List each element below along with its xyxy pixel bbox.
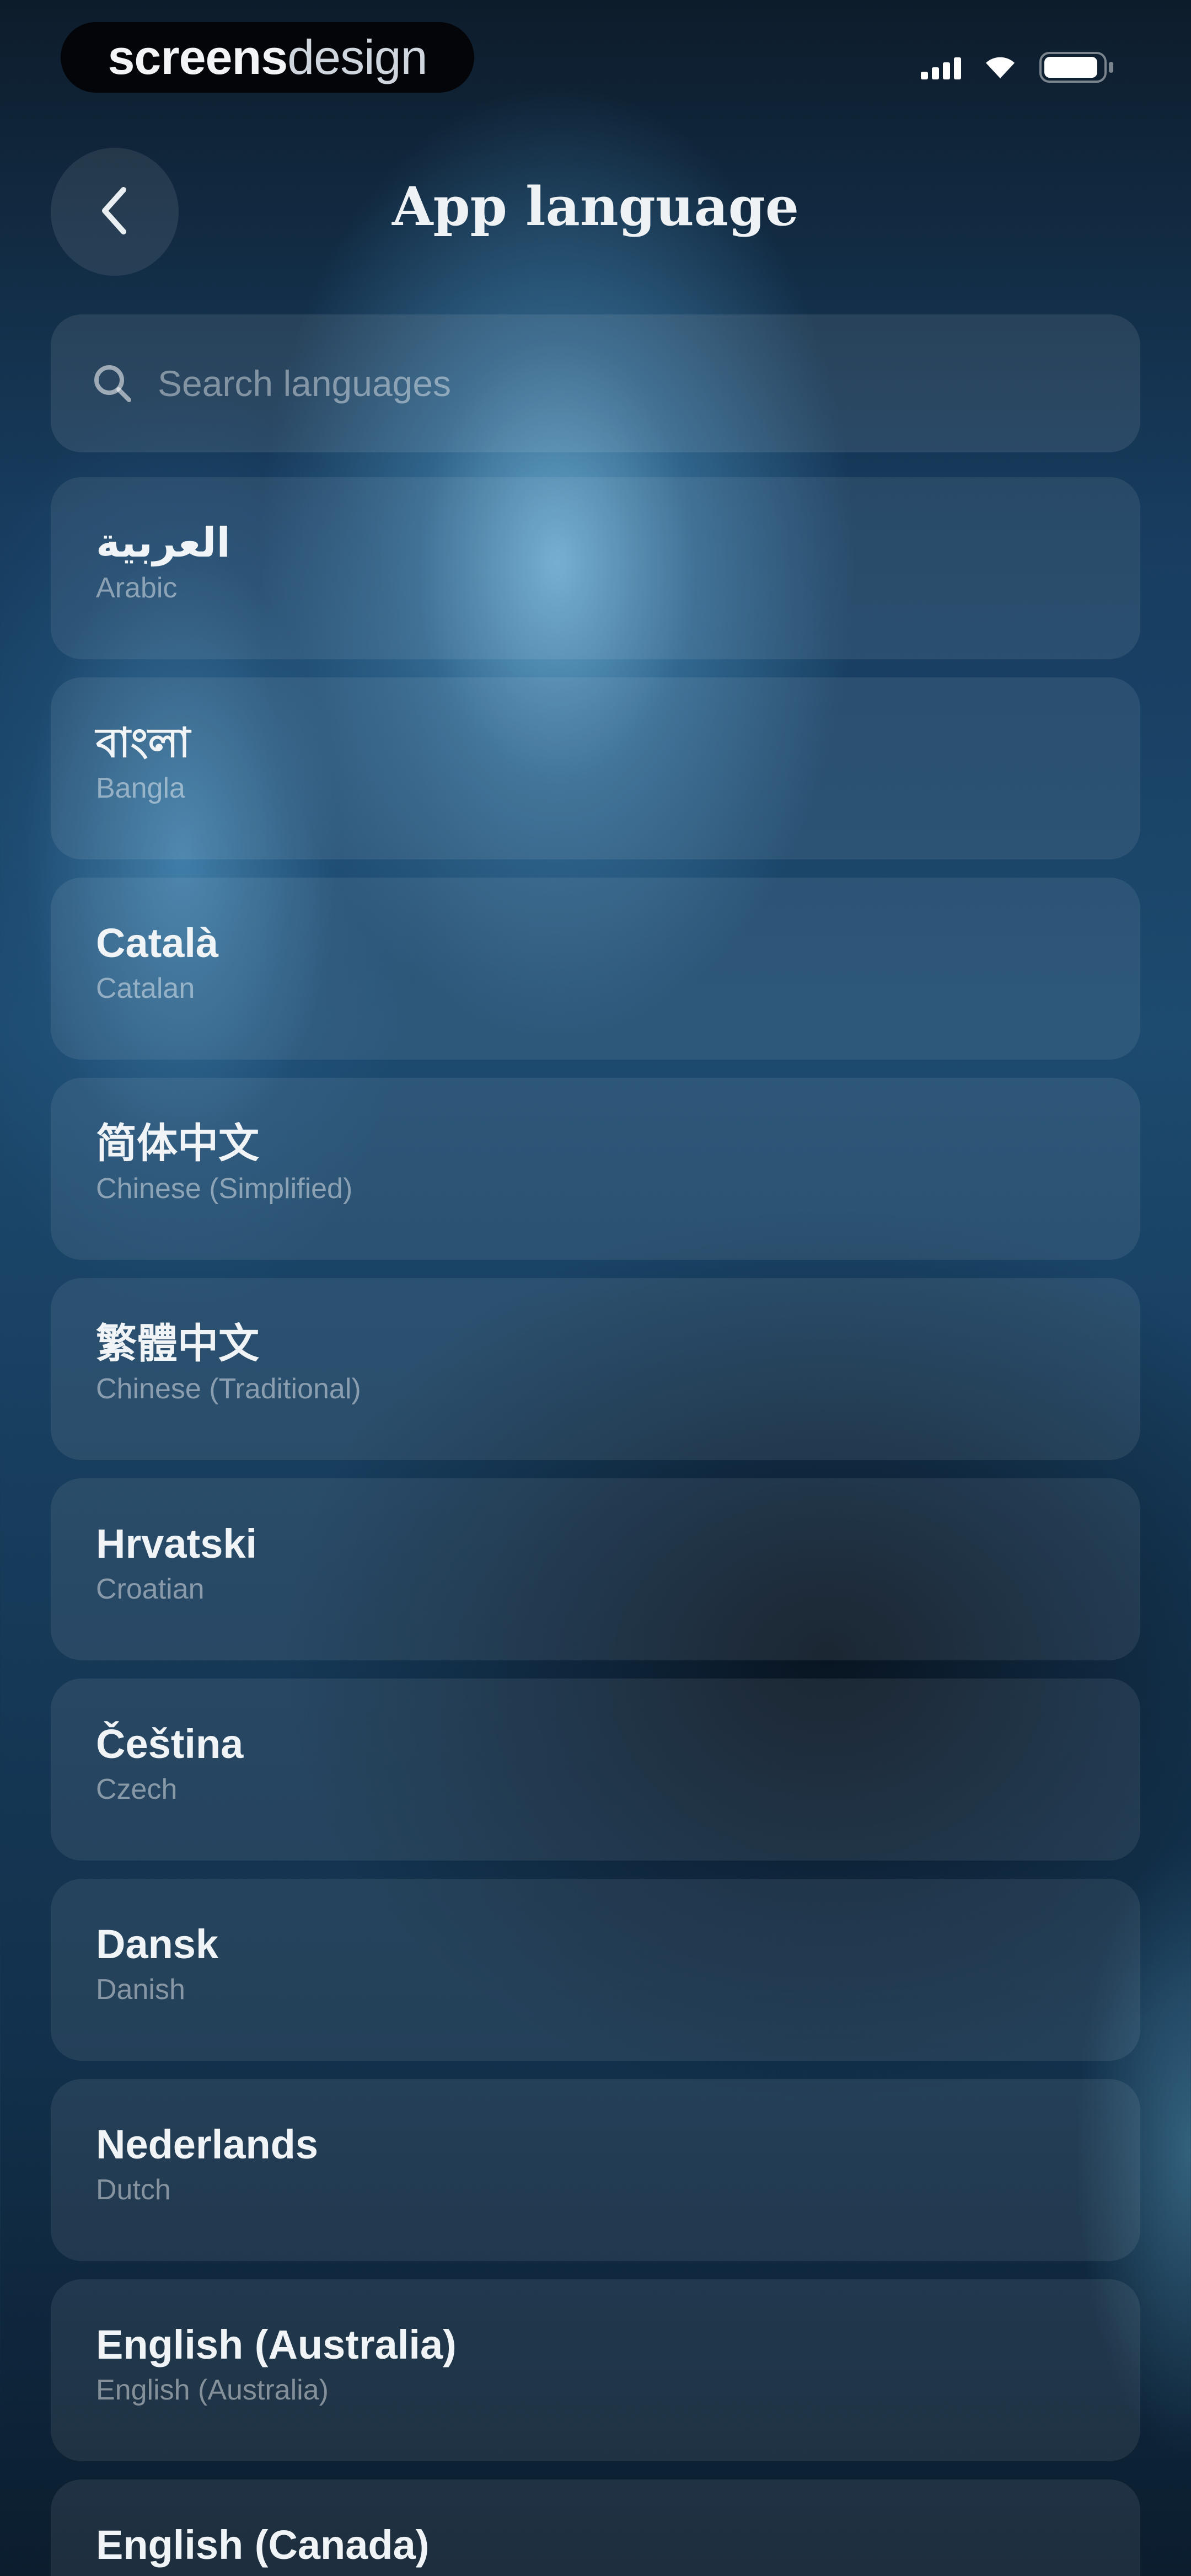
language-item-bangla[interactable]: বাংলা Bangla (51, 677, 1140, 859)
language-english-name: Croatian (96, 1573, 205, 1606)
search-icon (90, 361, 135, 405)
language-native-name: বাংলা (96, 720, 191, 766)
search-input[interactable]: Search languages (158, 362, 451, 404)
language-item-chinese-traditional[interactable]: 繁體中文 Chinese (Traditional) (51, 1278, 1140, 1460)
language-english-name: English (Australia) (96, 2374, 329, 2407)
page-title: App language (392, 175, 799, 238)
language-native-name: Čeština (96, 1721, 244, 1767)
battery-icon (1039, 51, 1117, 84)
language-english-name: Czech (96, 1773, 178, 1806)
language-english-name: Chinese (Simplified) (96, 1173, 353, 1205)
language-english-name: Arabic (96, 572, 178, 605)
language-english-name: Danish (96, 1974, 185, 2006)
language-item-catalan[interactable]: Català Catalan (51, 878, 1140, 1060)
language-item-english-canada[interactable]: English (Canada) (51, 2479, 1140, 2576)
cellular-signal-icon (921, 55, 961, 79)
language-native-name: English (Australia) (96, 2322, 457, 2367)
language-native-name: 繁體中文 (96, 1321, 259, 1366)
brand-light-text: design (287, 30, 427, 84)
language-item-arabic[interactable]: العربية Arabic (51, 477, 1140, 659)
language-english-name: Bangla (96, 772, 185, 805)
brand-watermark: screens design (61, 22, 474, 93)
language-english-name: Chinese (Traditional) (96, 1373, 361, 1405)
language-english-name: Catalan (96, 972, 195, 1005)
search-bar[interactable]: Search languages (51, 314, 1140, 452)
language-native-name: Català (96, 920, 219, 966)
language-native-name: العربية (96, 520, 230, 565)
language-native-name: English (Canada) (96, 2522, 430, 2568)
language-item-chinese-simplified[interactable]: 简体中文 Chinese (Simplified) (51, 1078, 1140, 1260)
language-item-english-australia[interactable]: English (Australia) English (Australia) (51, 2279, 1140, 2461)
language-item-dutch[interactable]: Nederlands Dutch (51, 2079, 1140, 2261)
language-native-name: Hrvatski (96, 1521, 257, 1567)
language-native-name: Nederlands (96, 2121, 319, 2167)
status-icons (921, 51, 1117, 84)
language-item-croatian[interactable]: Hrvatski Croatian (51, 1478, 1140, 1660)
language-item-danish[interactable]: Dansk Danish (51, 1879, 1140, 2061)
language-item-czech[interactable]: Čeština Czech (51, 1679, 1140, 1861)
language-list: العربية Arabic বাংলা Bangla Català Catal… (51, 477, 1140, 2576)
language-native-name: Dansk (96, 1921, 219, 1967)
brand-bold-text: screens (108, 30, 288, 84)
status-bar: screens design (0, 0, 1191, 127)
wifi-icon (984, 55, 1016, 79)
language-native-name: 简体中文 (96, 1120, 259, 1166)
language-english-name: Dutch (96, 2174, 171, 2206)
